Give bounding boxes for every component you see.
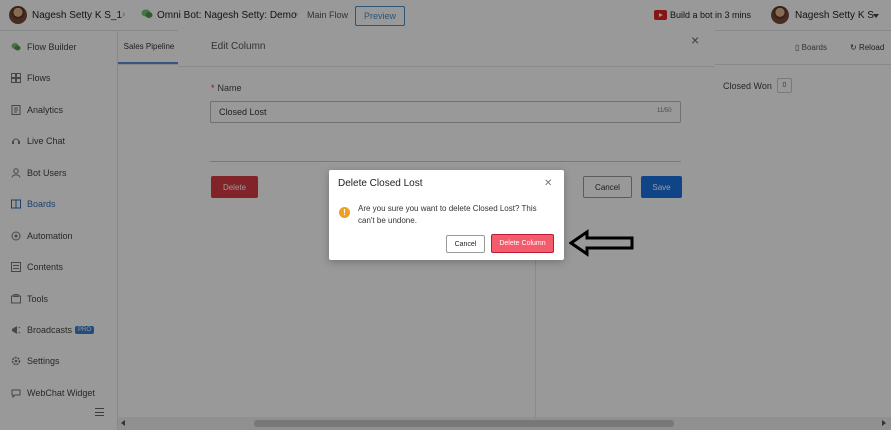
delete-column-button[interactable]: Delete Column xyxy=(491,234,554,253)
confirm-cancel-button[interactable]: Cancel xyxy=(446,235,485,253)
confirm-title: Delete Closed Lost xyxy=(338,178,423,189)
close-icon[interactable]: ✕ xyxy=(544,178,552,189)
warning-icon: ! xyxy=(339,207,350,218)
confirm-message: Are you sure you want to delete Closed L… xyxy=(358,204,537,225)
annotation-arrow-icon xyxy=(569,229,634,257)
delete-confirm-dialog: Delete Closed Lost ✕ ! Are you sure you … xyxy=(329,170,564,260)
